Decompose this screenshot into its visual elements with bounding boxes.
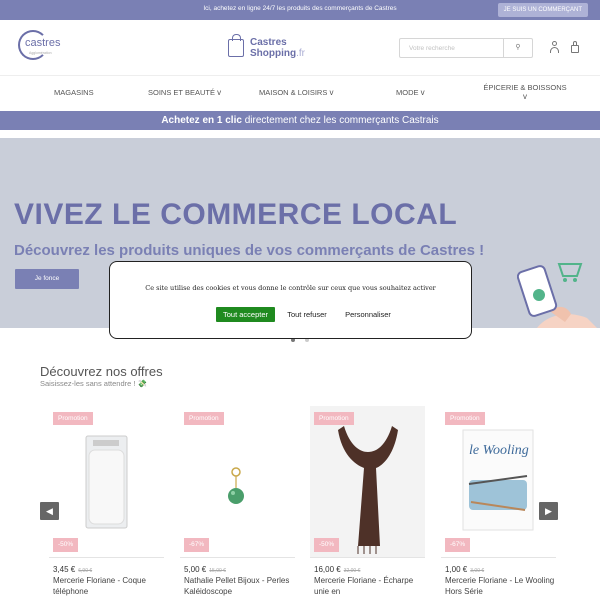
castres-logo[interactable]: castres Agglomération bbox=[18, 30, 68, 62]
product-image bbox=[180, 406, 295, 557]
product-price: 3,45 €6,90 € bbox=[53, 565, 92, 574]
product-card[interactable]: Promotion -50% 3,45 €6,90 € Mercerie Flo… bbox=[49, 406, 164, 600]
chevron-left-icon: ◀ bbox=[46, 506, 53, 516]
castres-shopping-logo[interactable]: Castres Shopping.fr bbox=[228, 34, 328, 62]
cookie-consent-dialog: Ce site utilise des cookies et vous donn… bbox=[109, 261, 472, 339]
old-price: 15,00 € bbox=[209, 568, 226, 574]
main-nav: MAGASINS SOINS ET BEAUTÉ v MAISON & LOIS… bbox=[0, 75, 600, 111]
nav-label: MAISON & LOISIRS bbox=[259, 88, 328, 97]
magazine-cover-image: le Wooling bbox=[462, 429, 534, 531]
promotion-badge: Promotion bbox=[445, 412, 485, 425]
product-card[interactable]: Promotion -67% 5,00 €15,00 € Nathalie Pe… bbox=[180, 406, 295, 600]
promotion-badge: Promotion bbox=[53, 412, 93, 425]
shopping-bag-icon bbox=[228, 34, 244, 57]
logo-shop-line2: Shopping.fr bbox=[250, 48, 305, 59]
current-price: 1,00 € bbox=[445, 565, 468, 574]
logo-shop-suffix: .fr bbox=[296, 48, 305, 59]
logo-shop-line1: Castres bbox=[250, 37, 287, 48]
card-divider bbox=[441, 557, 556, 558]
current-price: 16,00 € bbox=[314, 565, 341, 574]
hero-title: VIVEZ LE COMMERCE LOCAL bbox=[14, 198, 458, 231]
merchant-button[interactable]: JE SUIS UN COMMERÇANT bbox=[497, 3, 588, 17]
card-divider bbox=[310, 557, 425, 558]
cart-icon-body bbox=[571, 45, 579, 53]
cookie-accept-button[interactable]: Tout accepter bbox=[216, 307, 275, 322]
product-image bbox=[49, 406, 164, 557]
one-click-banner: Achetez en 1 clic directement chez les c… bbox=[0, 111, 600, 130]
search-button[interactable]: ⚲ bbox=[503, 39, 532, 57]
bead-keychain-image bbox=[228, 467, 244, 504]
nav-item-mode[interactable]: MODE v bbox=[396, 88, 425, 97]
nav-label: ÉPICERIE & BOISSONS bbox=[483, 83, 567, 92]
book-cover-title: le Wooling bbox=[469, 443, 529, 458]
user-icon-head bbox=[552, 41, 557, 46]
discount-badge: -67% bbox=[184, 538, 210, 552]
current-price: 5,00 € bbox=[184, 565, 207, 574]
phone-case-image bbox=[85, 435, 128, 529]
hero-subtitle: Découvrez les produits uniques de vos co… bbox=[14, 242, 485, 259]
chevron-down-icon: v bbox=[329, 88, 334, 97]
top-bar: Ici, achetez en ligne 24/7 les produits … bbox=[0, 0, 600, 20]
banner-bold: Achetez en 1 clic bbox=[161, 115, 242, 126]
chevron-down-icon: v bbox=[420, 88, 425, 97]
user-icon-body bbox=[550, 47, 559, 53]
nav-item-maison-loisirs[interactable]: MAISON & LOISIRS v bbox=[259, 88, 333, 97]
product-card[interactable]: Promotion -50% 16,00 €32,00 € Mercerie F… bbox=[310, 406, 425, 600]
phone-shopping-illustration bbox=[517, 263, 597, 328]
cookie-refuse-button[interactable]: Tout refuser bbox=[284, 307, 330, 322]
offers-subtitle: Saisissez-les sans attendre ! 💸 bbox=[40, 379, 147, 388]
nav-label: MODE bbox=[396, 88, 419, 97]
card-divider bbox=[180, 557, 295, 558]
promotion-badge: Promotion bbox=[184, 412, 224, 425]
chevron-down-icon: v bbox=[217, 88, 222, 97]
search-input[interactable] bbox=[400, 39, 504, 57]
offers-title: Découvrez nos offres bbox=[40, 364, 163, 379]
scarf-image bbox=[310, 406, 425, 557]
product-title[interactable]: Mercerie Floriane - Le Wooling Hors Séri… bbox=[445, 575, 557, 597]
nav-item-soins-beaute[interactable]: SOINS ET BEAUTÉ v bbox=[148, 88, 221, 97]
header: castres Agglomération Castres Shopping.f… bbox=[0, 20, 600, 75]
user-icon[interactable] bbox=[549, 41, 560, 54]
hero-cta-button[interactable]: Je fonce bbox=[15, 269, 79, 289]
discount-badge: -50% bbox=[53, 538, 79, 552]
product-price: 5,00 €15,00 € bbox=[184, 565, 226, 574]
nav-item-epicerie-boissons[interactable]: ÉPICERIE & BOISSONS v bbox=[480, 83, 570, 101]
card-divider bbox=[49, 557, 164, 558]
old-price: 32,00 € bbox=[343, 568, 361, 574]
cart-icon[interactable] bbox=[570, 41, 580, 53]
cookie-text: Ce site utilise des cookies et vous donn… bbox=[145, 284, 436, 292]
discount-badge: -67% bbox=[445, 538, 471, 552]
old-price: 6,90 € bbox=[78, 568, 93, 574]
product-title[interactable]: Mercerie Floriane - Écharpe unie en bbox=[314, 575, 426, 597]
product-title[interactable]: Mercerie Floriane - Coque téléphone bbox=[53, 575, 165, 597]
nav-label: SOINS ET BEAUTÉ bbox=[148, 88, 215, 97]
carousel-prev-button[interactable]: ◀ bbox=[40, 502, 59, 520]
discount-badge: -50% bbox=[314, 538, 340, 552]
chevron-right-icon: ▶ bbox=[545, 506, 552, 516]
nav-label: MAGASINS bbox=[54, 88, 94, 97]
product-image bbox=[310, 406, 425, 557]
logo-castres-word: castres bbox=[25, 37, 61, 49]
logo-castres-sub: Agglomération bbox=[29, 51, 52, 55]
old-price: 3,00 € bbox=[470, 568, 485, 574]
banner-rest: directement chez les commerçants Castrai… bbox=[241, 115, 439, 126]
nav-item-magasins[interactable]: MAGASINS bbox=[54, 88, 94, 97]
search-icon: ⚲ bbox=[515, 44, 521, 51]
carousel-next-button[interactable]: ▶ bbox=[539, 502, 558, 520]
product-image: le Wooling bbox=[441, 406, 556, 557]
chevron-down-icon: v bbox=[523, 92, 527, 101]
product-price: 16,00 €32,00 € bbox=[314, 565, 360, 574]
product-title[interactable]: Nathalie Pellet Bijoux - Perles Kaléidos… bbox=[184, 575, 296, 597]
promotion-badge: Promotion bbox=[314, 412, 354, 425]
cookie-customize-button[interactable]: Personnaliser bbox=[340, 307, 396, 322]
current-price: 3,45 € bbox=[53, 565, 76, 574]
search-box: ⚲ bbox=[399, 38, 533, 58]
logo-shop-line2-text: Shopping bbox=[250, 48, 297, 59]
product-price: 1,00 €3,00 € bbox=[445, 565, 484, 574]
